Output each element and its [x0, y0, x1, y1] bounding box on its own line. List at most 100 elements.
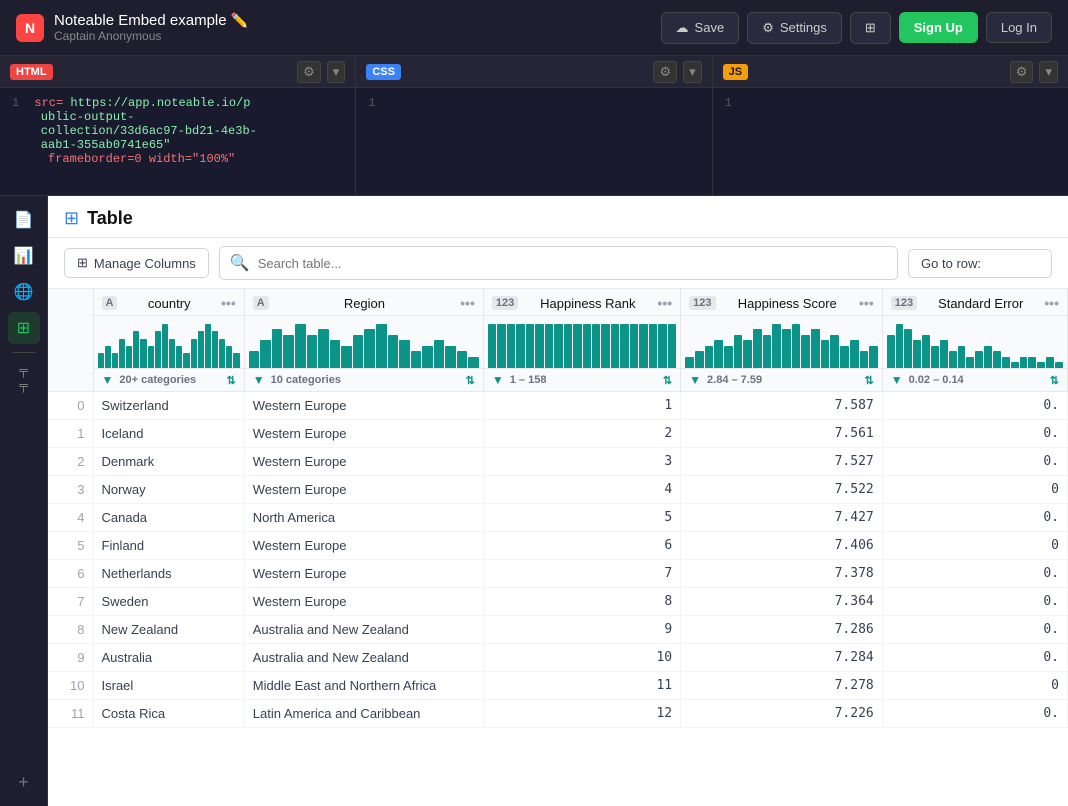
histogram-bar: [975, 351, 983, 368]
histogram-bar: [376, 324, 387, 368]
html-settings-icon[interactable]: ⚙: [297, 61, 321, 83]
histogram-bar: [1037, 362, 1045, 368]
settings-button[interactable]: ⚙ Settings: [747, 12, 842, 44]
col-stats-text: 2.84 – 7.59: [707, 374, 762, 386]
save-button[interactable]: ☁ Save: [661, 12, 740, 44]
col-menu-icon[interactable]: •••: [657, 295, 672, 311]
col-menu-icon[interactable]: •••: [221, 295, 236, 311]
col-header-Happiness Rank: 123Happiness Rank•••▼1 – 158⇅: [483, 289, 680, 392]
html-code-body[interactable]: 1 src= https://app.noteable.io/p ublic-o…: [0, 88, 355, 195]
sidebar-icon-globe[interactable]: 🌐: [8, 276, 40, 308]
main-area: 📄 📊 🌐 ⊞ ╤╤ + ⊞ Table ⊞ Manage Columns 🔍: [0, 196, 1068, 806]
histogram-bar: [949, 351, 957, 368]
histogram-bar: [468, 357, 479, 368]
sidebar-icon-chart[interactable]: 📊: [8, 240, 40, 272]
histogram-bar: [840, 346, 849, 368]
table-row: 2DenmarkWestern Europe37.5270.: [48, 448, 1068, 476]
histogram-bar: [753, 329, 762, 368]
html-dropdown-icon[interactable]: ▾: [327, 61, 346, 83]
filter-icon[interactable]: ▼: [253, 373, 265, 387]
login-button[interactable]: Log In: [986, 12, 1052, 43]
cell-Standard Error: 0.: [882, 448, 1067, 476]
cell-Standard Error: 0.: [882, 644, 1067, 672]
histogram-bar: [966, 357, 974, 368]
table-row: 11Costa RicaLatin America and Caribbean1…: [48, 700, 1068, 728]
sidebar-icon-table[interactable]: ⊞: [8, 312, 40, 344]
search-box: 🔍: [219, 246, 898, 280]
signup-button[interactable]: Sign Up: [899, 12, 978, 43]
histogram-bar: [162, 324, 168, 368]
search-input[interactable]: [258, 256, 887, 271]
css-dropdown-icon[interactable]: ▾: [683, 61, 702, 83]
histogram-bar: [573, 324, 581, 368]
histogram-bar: [658, 324, 666, 368]
sidebar-icon-page[interactable]: 📄: [8, 204, 40, 236]
grid-icon: ⊞: [865, 20, 876, 36]
col-header-Region: ARegion•••▼10 categories⇅: [244, 289, 483, 392]
search-icon: 🔍: [230, 253, 250, 273]
table-container[interactable]: Acountry•••▼20+ categories⇅ARegion•••▼10…: [48, 289, 1068, 806]
table-row: 5FinlandWestern Europe67.4060: [48, 532, 1068, 560]
sidebar-collapse-icon[interactable]: ╤╤: [8, 361, 40, 393]
histogram-bar: [801, 335, 810, 368]
css-settings-icon[interactable]: ⚙: [653, 61, 677, 83]
histogram-bar: [811, 329, 820, 368]
histogram-bar: [176, 346, 182, 368]
table-row: 8New ZealandAustralia and New Zealand97.…: [48, 616, 1068, 644]
sidebar-add-icon[interactable]: +: [8, 766, 40, 798]
histogram-bar: [283, 335, 294, 368]
goto-row-input[interactable]: [989, 256, 1039, 271]
histogram-bar: [112, 353, 118, 368]
histogram-bar: [782, 329, 791, 368]
cell-Standard Error: 0.: [882, 504, 1067, 532]
js-settings-icon[interactable]: ⚙: [1010, 61, 1034, 83]
data-table: Acountry•••▼20+ categories⇅ARegion•••▼10…: [48, 289, 1068, 728]
cell-Happiness Rank: 6: [483, 532, 680, 560]
css-code-body[interactable]: 1: [356, 88, 711, 195]
content-header: ⊞ Table: [48, 196, 1068, 238]
cell-Happiness Score: 7.286: [681, 616, 883, 644]
grid-button[interactable]: ⊞: [850, 12, 891, 44]
cell-country: Canada: [93, 504, 244, 532]
cell-country: Finland: [93, 532, 244, 560]
filter-icon[interactable]: ▼: [689, 373, 701, 387]
histogram-bar: [133, 331, 139, 368]
filter-icon[interactable]: ▼: [891, 373, 903, 387]
histogram-bar: [695, 351, 704, 368]
histogram-bar: [330, 340, 341, 368]
histogram-bar: [507, 324, 515, 368]
sort-icon[interactable]: ⇅: [1050, 374, 1059, 387]
sort-icon[interactable]: ⇅: [227, 374, 236, 387]
col-histogram: [883, 316, 1067, 368]
filter-icon[interactable]: ▼: [492, 373, 504, 387]
cell-country: Australia: [93, 644, 244, 672]
table-row: 1IcelandWestern Europe27.5610.: [48, 420, 1068, 448]
cell-Region: Western Europe: [244, 420, 483, 448]
col-name-label: Happiness Rank: [524, 296, 651, 311]
col-histogram: [681, 316, 882, 368]
col-menu-icon[interactable]: •••: [1044, 295, 1059, 311]
col-menu-icon[interactable]: •••: [460, 295, 475, 311]
histogram-bar: [353, 335, 364, 368]
col-menu-icon[interactable]: •••: [859, 295, 874, 311]
sort-icon[interactable]: ⇅: [663, 374, 672, 387]
sort-icon[interactable]: ⇅: [865, 374, 874, 387]
js-panel: JS ⚙ ▾ 1: [713, 56, 1068, 195]
cell-Region: Latin America and Caribbean: [244, 700, 483, 728]
sort-icon[interactable]: ⇅: [466, 374, 475, 387]
histogram-bar: [554, 324, 562, 368]
row-index: 4: [48, 504, 93, 532]
js-dropdown-icon[interactable]: ▾: [1039, 61, 1058, 83]
cell-Region: Western Europe: [244, 560, 483, 588]
cell-Standard Error: 0.: [882, 588, 1067, 616]
col-stats: ▼1 – 158⇅: [484, 368, 680, 391]
histogram-bar: [457, 351, 468, 368]
row-index: 11: [48, 700, 93, 728]
filter-icon[interactable]: ▼: [102, 373, 114, 387]
js-code-body[interactable]: 1: [713, 88, 1068, 195]
cell-Happiness Score: 7.527: [681, 448, 883, 476]
manage-columns-button[interactable]: ⊞ Manage Columns: [64, 248, 209, 278]
histogram-bar: [155, 331, 161, 368]
cell-Region: Western Europe: [244, 392, 483, 420]
brand-info: Noteable Embed example ✏️ Captain Anonym…: [54, 12, 248, 43]
